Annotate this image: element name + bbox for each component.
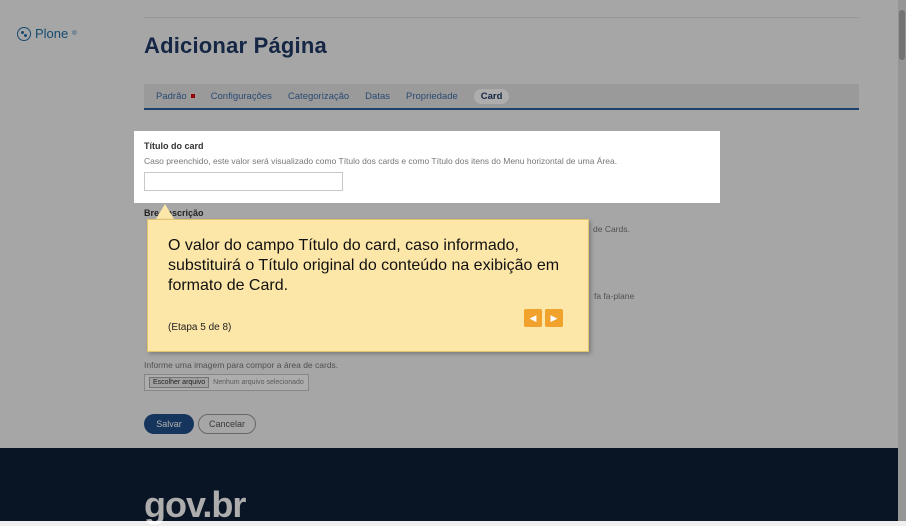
tour-tooltip: O valor do campo Título do card, caso in… bbox=[147, 219, 589, 352]
cancel-button[interactable]: Cancelar bbox=[198, 414, 256, 434]
file-upload[interactable]: Escolher arquivo Nenhum arquivo selecion… bbox=[144, 374, 309, 391]
govbr-logo[interactable]: gov.br bbox=[144, 484, 246, 526]
top-divider bbox=[144, 17, 859, 18]
plone-icon bbox=[17, 26, 31, 41]
registered-mark: ® bbox=[72, 30, 77, 37]
plone-logo-text: Plone bbox=[35, 26, 69, 41]
choose-file-button[interactable]: Escolher arquivo bbox=[149, 377, 210, 388]
footer bbox=[0, 448, 906, 521]
file-status: Nenhum arquivo selecionado bbox=[213, 379, 304, 386]
icon-help: fa fa-plane bbox=[594, 291, 635, 301]
required-marker bbox=[190, 93, 195, 98]
tab-categorizacao[interactable]: Categorização bbox=[288, 91, 349, 102]
image-help: Informe uma imagem para compor a área de… bbox=[144, 360, 339, 370]
tour-prev-button[interactable]: ◀ bbox=[524, 309, 542, 327]
save-button[interactable]: Salvar bbox=[144, 414, 194, 434]
short-desc-help: de Cards. bbox=[593, 224, 630, 234]
tour-text: O valor do campo Título do card, caso in… bbox=[168, 237, 560, 294]
plone-logo[interactable]: Plone ® bbox=[17, 26, 77, 41]
tour-next-button[interactable]: ▶ bbox=[545, 309, 563, 327]
chevron-right-icon: ▶ bbox=[550, 312, 558, 323]
scrollbar-track[interactable] bbox=[898, 0, 906, 521]
card-title-help: Caso preenchido, este valor será visuali… bbox=[144, 156, 618, 166]
chevron-left-icon: ◀ bbox=[529, 312, 537, 323]
tooltip-pointer bbox=[156, 204, 174, 219]
scrollbar-thumb[interactable] bbox=[899, 10, 905, 60]
form-tabs: Padrão Configurações Categorização Datas… bbox=[144, 84, 859, 110]
tab-propriedade[interactable]: Propriedade bbox=[406, 91, 458, 102]
tour-step: (Etapa 5 de 8) bbox=[168, 322, 232, 333]
tab-padrao[interactable]: Padrão bbox=[156, 91, 195, 102]
card-title-input[interactable] bbox=[144, 172, 343, 191]
tab-configuracoes[interactable]: Configurações bbox=[211, 91, 272, 102]
tab-datas[interactable]: Datas bbox=[365, 91, 390, 102]
card-title-label: Título do card bbox=[144, 141, 204, 151]
tab-padrao-label: Padrão bbox=[156, 90, 187, 102]
page-title: Adicionar Página bbox=[144, 33, 327, 58]
highlighted-field: Título do card Caso preenchido, este val… bbox=[134, 131, 720, 203]
tab-card[interactable]: Card bbox=[473, 88, 510, 104]
